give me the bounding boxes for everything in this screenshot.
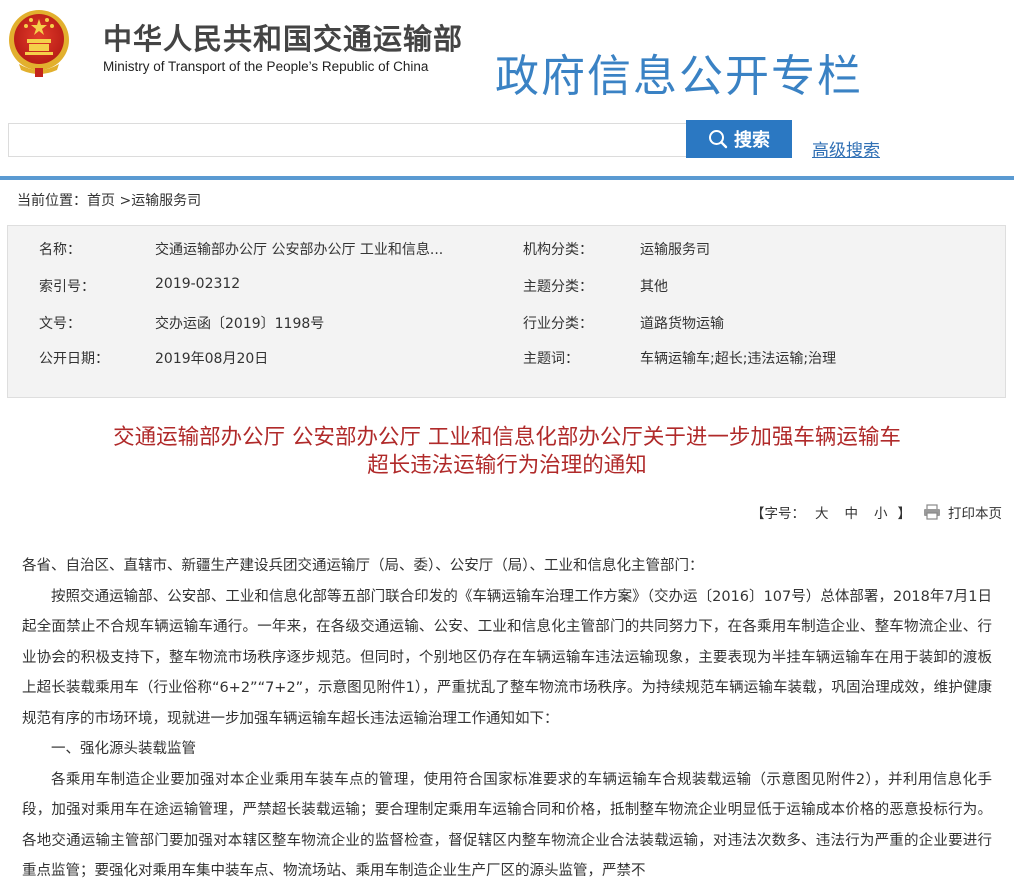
meta-topic-label: 主题分类： [523, 279, 593, 295]
meta-industry-label: 行业分类： [523, 316, 593, 332]
breadcrumb: 当前位置：首页 >运输服务司 [17, 190, 201, 210]
meta-docno-value: 交办运函〔2019〕1198号 [155, 316, 325, 332]
font-size-large-button[interactable]: 大 [815, 502, 829, 522]
salutation-paragraph: 各省、自治区、直辖市、新疆生产建设兵团交通运输厅（局、委）、公安厅（局）、工业和… [22, 558, 704, 574]
document-title: 交通运输部办公厅 公安部办公厅 工业和信息化部办公厅关于进一步加强车辆运输车 超… [0, 424, 1014, 480]
document-title-line1: 交通运输部办公厅 公安部办公厅 工业和信息化部办公厅关于进一步加强车辆运输车 [113, 425, 901, 450]
document-tools: 【字号： 大 中 小 】 打印本页 [751, 502, 1002, 522]
breadcrumb-separator: > [115, 193, 132, 209]
search-button-label: 搜索 [734, 130, 770, 151]
column-title: 政府信息公开专栏 [495, 51, 863, 102]
meta-keywords-label: 主题词： [523, 351, 579, 367]
document-metadata-panel: 名称： 交通运输部办公厅 公安部办公厅 工业和信息... 机构分类： 运输服务司… [7, 225, 1006, 398]
document-title-line2: 超长违法运输行为治理的通知 [367, 453, 647, 478]
search-input[interactable] [8, 123, 686, 157]
printer-icon[interactable] [923, 504, 941, 520]
meta-date-label: 公开日期： [39, 351, 109, 367]
meta-name-value: 交通运输部办公厅 公安部办公厅 工业和信息... [155, 242, 444, 258]
document-body: 各省、自治区、直辖市、新疆生产建设兵团交通运输厅（局、委）、公安厅（局）、工业和… [22, 551, 992, 887]
meta-topic-value: 其他 [640, 279, 668, 295]
print-page-link[interactable]: 打印本页 [948, 502, 1002, 522]
ministry-name-en: Ministry of Transport of the People’s Re… [103, 59, 429, 74]
font-size-close: 】 [897, 506, 912, 522]
font-size-open: 【字号： [751, 506, 805, 522]
search-icon [709, 130, 728, 149]
meta-keywords-value: 车辆运输车;超长;违法运输;治理 [640, 351, 837, 367]
breadcrumb-prefix: 当前位置： [17, 193, 87, 209]
ministry-name-cn: 中华人民共和国交通运输部 [103, 22, 464, 56]
meta-name-label: 名称： [39, 242, 81, 258]
font-size-medium-button[interactable]: 中 [845, 502, 859, 522]
meta-date-value: 2019年08月20日 [155, 351, 269, 367]
meta-index-value: 2019-02312 [155, 276, 241, 292]
body-paragraph: 按照交通运输部、公安部、工业和信息化部等五部门联合印发的《车辆运输车治理工作方案… [22, 588, 992, 727]
breadcrumb-current[interactable]: 运输服务司 [131, 193, 201, 209]
section-heading: 一、强化源头装载监管 [51, 741, 196, 757]
national-emblem-icon[interactable] [7, 6, 71, 78]
meta-index-label: 索引号： [39, 279, 95, 295]
breadcrumb-home[interactable]: 首页 [87, 193, 115, 209]
meta-org-value: 运输服务司 [640, 242, 710, 258]
meta-org-label: 机构分类： [523, 242, 593, 258]
search-button[interactable]: 搜索 [686, 120, 792, 158]
body-paragraph: 各乘用车制造企业要加强对本企业乘用车装车点的管理，使用符合国家标准要求的车辆运输… [22, 771, 992, 880]
advanced-search-link[interactable]: 高级搜索 [812, 136, 880, 161]
meta-docno-label: 文号： [39, 316, 81, 332]
site-header: 中华人民共和国交通运输部 Ministry of Transport of th… [0, 0, 1014, 110]
meta-industry-value: 道路货物运输 [640, 316, 724, 332]
header-divider [0, 176, 1014, 180]
font-size-small-button[interactable]: 小 [874, 502, 888, 522]
